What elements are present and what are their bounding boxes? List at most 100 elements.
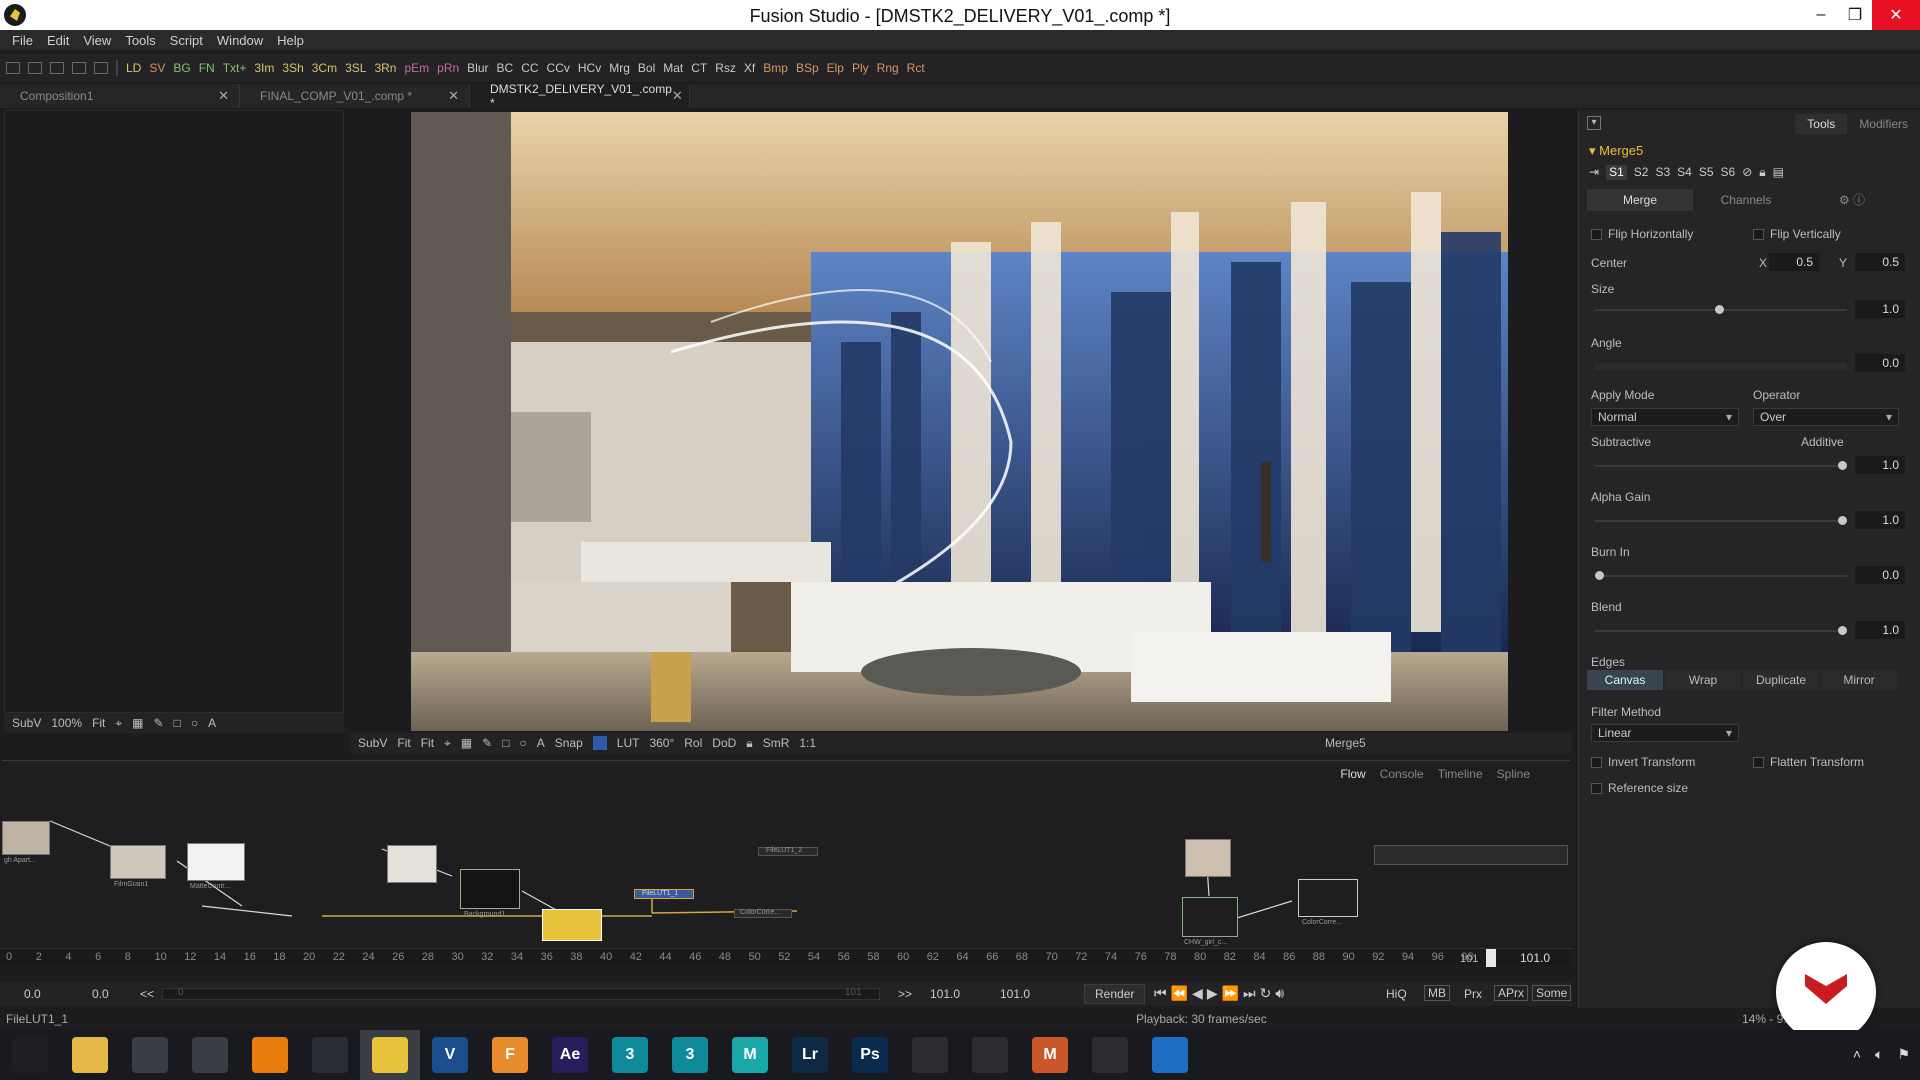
tool-txt[interactable]: Txt+ <box>223 61 247 75</box>
circle-icon[interactable]: ○ <box>519 736 526 750</box>
tool-node-header[interactable]: ▾ Merge5 <box>1589 143 1643 159</box>
rol-toggle[interactable]: Rol <box>684 736 702 750</box>
lock-icon[interactable]: 🔒︎ <box>1759 165 1765 180</box>
prx-toggle[interactable]: Prx <box>1464 987 1482 1001</box>
flow-node-mattecontrol[interactable] <box>187 843 245 881</box>
hiq-toggle[interactable]: HiQ <box>1386 987 1407 1001</box>
tray-chevron-icon[interactable]: ˄ <box>1853 1046 1861 1063</box>
text-a-icon[interactable]: A <box>208 716 216 730</box>
tool-ld[interactable]: LD <box>126 61 141 75</box>
layout-single-icon[interactable] <box>6 62 20 74</box>
taskbar-item[interactable] <box>0 1030 60 1080</box>
cache-icon[interactable]: ▤ <box>1773 165 1784 180</box>
left-fit[interactable]: Fit <box>92 716 105 730</box>
tool-ply[interactable]: Ply <box>852 61 869 75</box>
go-to-end-icon[interactable]: ⏭ <box>1243 985 1260 1001</box>
flag-icon[interactable]: ⚑ <box>1897 1046 1910 1063</box>
tool-ct[interactable]: CT <box>691 61 707 75</box>
left-zoom[interactable]: 100% <box>51 716 82 730</box>
main-fit[interactable]: Fit <box>421 736 434 750</box>
tool-bg[interactable]: BG <box>173 61 190 75</box>
range-back-button[interactable]: << <box>140 987 154 1001</box>
taskbar-item[interactable] <box>1140 1030 1200 1080</box>
close-tab-icon[interactable]: ✕ <box>448 88 459 104</box>
tab-tools[interactable]: Tools <box>1795 114 1848 134</box>
center-y-input[interactable]: 0.5 <box>1855 253 1905 271</box>
left-subv[interactable]: SubV <box>12 716 41 730</box>
angle-slider[interactable] <box>1595 363 1847 370</box>
blend-input[interactable]: 1.0 <box>1855 621 1905 639</box>
menu-file[interactable]: File <box>12 33 33 48</box>
tool-3rn[interactable]: 3Rn <box>374 61 396 75</box>
tool-mrg[interactable]: Mrg <box>609 61 630 75</box>
loop-icon[interactable]: ↻ <box>1260 985 1276 1001</box>
taskbar-item[interactable]: V <box>420 1030 480 1080</box>
slot-s3[interactable]: S3 <box>1655 165 1670 180</box>
close-tab-icon[interactable]: ✕ <box>218 88 229 104</box>
tool-bol[interactable]: Bol <box>638 61 655 75</box>
additive-input[interactable]: 1.0 <box>1855 456 1905 474</box>
flow-node-filmgrain[interactable] <box>110 845 166 879</box>
apply-mode-dropdown[interactable]: Normal <box>1591 408 1739 426</box>
edges-wrap-button[interactable]: Wrap <box>1665 670 1741 690</box>
menu-script[interactable]: Script <box>170 33 203 48</box>
menu-help[interactable]: Help <box>277 33 304 48</box>
volume-icon[interactable]: 🔈︎ <box>1875 1046 1883 1063</box>
tab-final-comp[interactable]: FINAL_COMP_V01_.comp * ✕ <box>240 84 470 108</box>
ratio-toggle[interactable]: 1:1 <box>799 736 816 750</box>
dod-toggle[interactable]: DoD <box>712 736 736 750</box>
roi-icon[interactable]: ⌖ <box>444 736 451 751</box>
global-start-input[interactable]: 0.0 <box>24 987 41 1001</box>
flow-node-editor[interactable]: Flow Console Timeline Spline gh Apart...… <box>2 760 1570 947</box>
flip-horizontally-checkbox[interactable]: Flip Horizontally <box>1591 227 1693 241</box>
flow-node-merge-preview[interactable] <box>542 909 602 941</box>
flow-node-colorcorrect-2[interactable] <box>1298 879 1358 917</box>
roi-icon[interactable]: ⌖ <box>115 716 122 731</box>
paint-icon[interactable]: ✎ <box>154 716 164 730</box>
pin-icon[interactable]: ⇥ <box>1589 165 1599 180</box>
alpha-gain-input[interactable]: 1.0 <box>1855 511 1905 529</box>
filter-method-dropdown[interactable]: Linear <box>1591 724 1739 742</box>
print-icon[interactable] <box>94 62 108 74</box>
slider-knob[interactable] <box>1838 461 1847 470</box>
render-button[interactable]: Render <box>1084 984 1146 1004</box>
angle-input[interactable]: 0.0 <box>1855 354 1905 372</box>
tool-3cm[interactable]: 3Cm <box>312 61 337 75</box>
burn-in-input[interactable]: 0.0 <box>1855 566 1905 584</box>
menu-view[interactable]: View <box>83 33 111 48</box>
taskbar-item[interactable] <box>960 1030 1020 1080</box>
subtab-channels[interactable]: Channels <box>1693 189 1799 211</box>
color-swatch-icon[interactable] <box>592 736 607 750</box>
close-tab-icon[interactable]: ✕ <box>672 88 683 104</box>
close-icon[interactable]: ✕ <box>1872 0 1920 30</box>
render-end-input[interactable]: 101.0 <box>930 987 960 1001</box>
taskbar-item[interactable] <box>60 1030 120 1080</box>
taskbar-item[interactable]: F <box>480 1030 540 1080</box>
taskbar-item[interactable] <box>120 1030 180 1080</box>
tab-modifiers[interactable]: Modifiers <box>1847 114 1920 134</box>
subtab-merge[interactable]: Merge <box>1587 189 1693 211</box>
taskbar-item[interactable]: 3 <box>660 1030 720 1080</box>
tool-rct[interactable]: Rct <box>907 61 925 75</box>
edges-duplicate-button[interactable]: Duplicate <box>1743 670 1819 690</box>
slider-knob[interactable] <box>1838 626 1847 635</box>
tool-blur[interactable]: Blur <box>467 61 488 75</box>
lock-icon[interactable]: 🔒︎ <box>746 736 752 751</box>
menu-window[interactable]: Window <box>217 33 263 48</box>
step-forward-icon[interactable]: ⏩ <box>1222 985 1243 1001</box>
minimize-icon[interactable]: – <box>1804 0 1838 30</box>
tool-3sh[interactable]: 3Sh <box>282 61 303 75</box>
stereo-360-dropdown[interactable]: 360° <box>649 736 674 750</box>
play-icon[interactable]: ▶ <box>1207 985 1222 1001</box>
tab-dmstk2-delivery[interactable]: DMSTK2_DELIVERY_V01_.comp * ✕ <box>470 82 690 110</box>
center-x-input[interactable]: 0.5 <box>1769 253 1819 271</box>
slider-knob[interactable] <box>1595 571 1604 580</box>
invert-transform-checkbox[interactable]: Invert Transform <box>1591 755 1695 769</box>
flip-vertically-checkbox[interactable]: Flip Vertically <box>1753 227 1841 241</box>
panel-collapse-icon[interactable]: ▾ <box>1587 116 1601 130</box>
step-back-icon[interactable]: ⏪ <box>1171 985 1192 1001</box>
taskbar-item[interactable] <box>1080 1030 1140 1080</box>
flow-node-background[interactable] <box>460 869 520 909</box>
smr-toggle[interactable]: SmR <box>763 736 790 750</box>
mb-toggle[interactable]: MB <box>1424 985 1450 1001</box>
